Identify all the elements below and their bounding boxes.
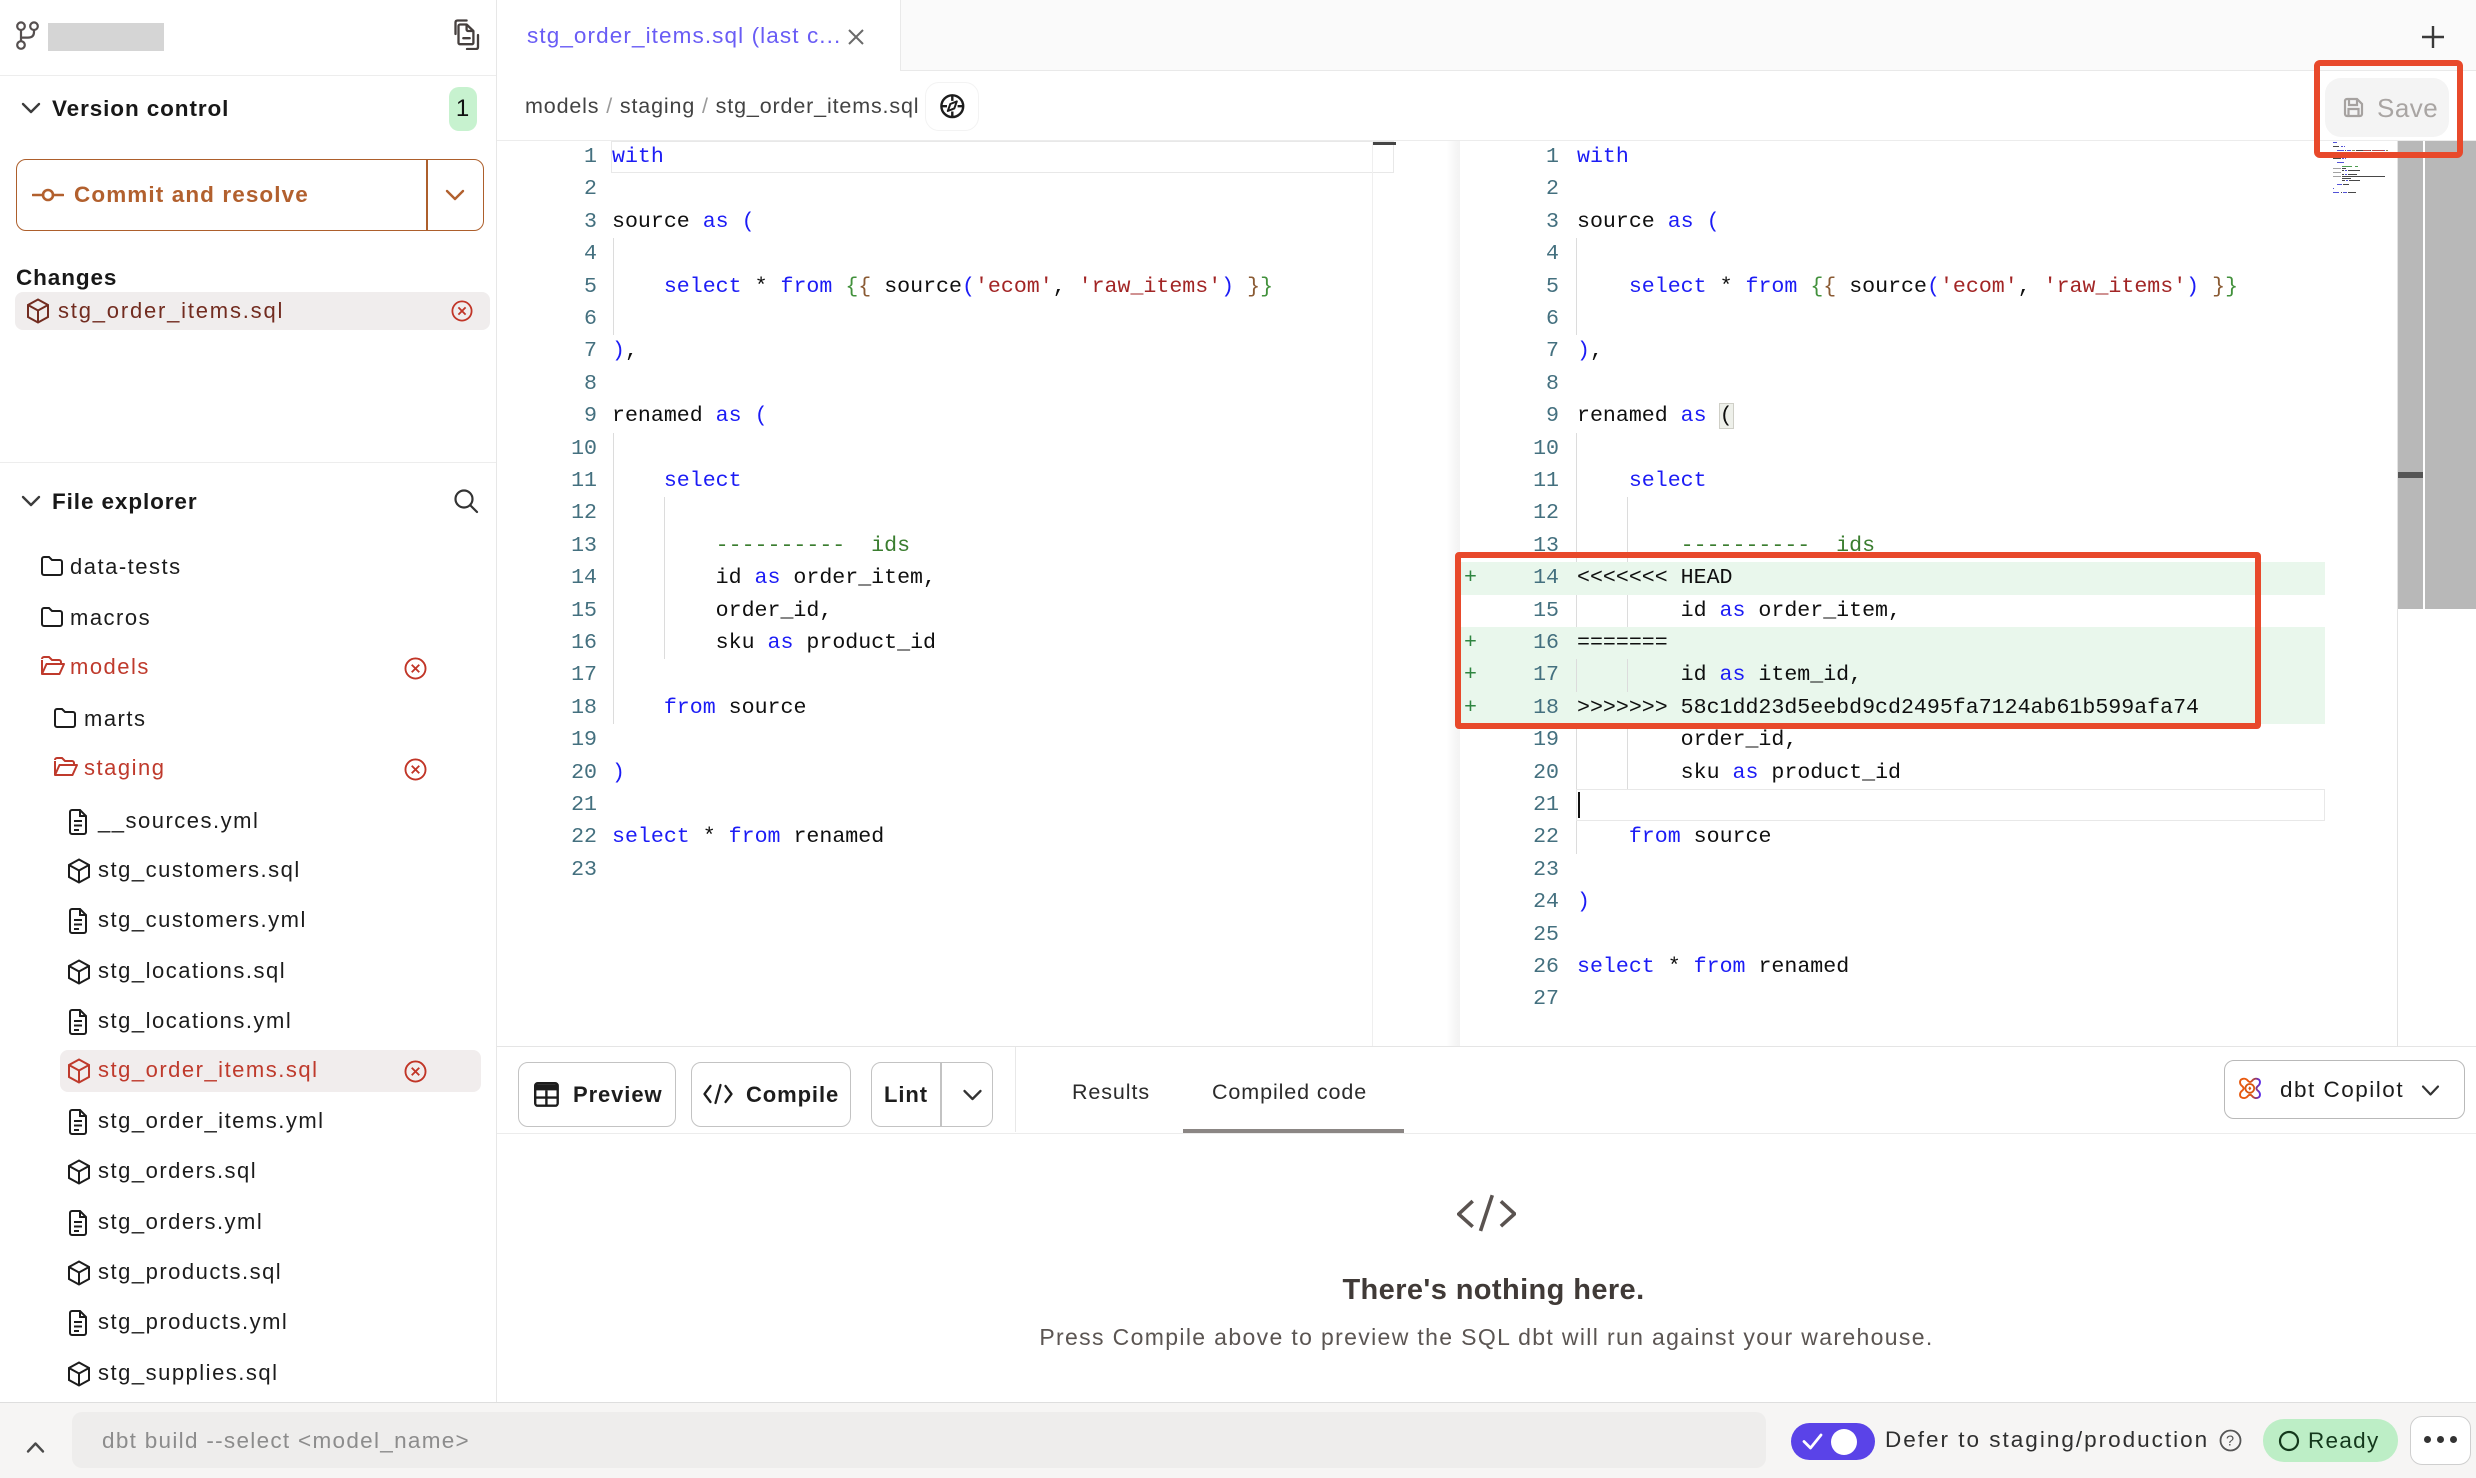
svg-text:?: ? (2226, 1434, 2235, 1450)
